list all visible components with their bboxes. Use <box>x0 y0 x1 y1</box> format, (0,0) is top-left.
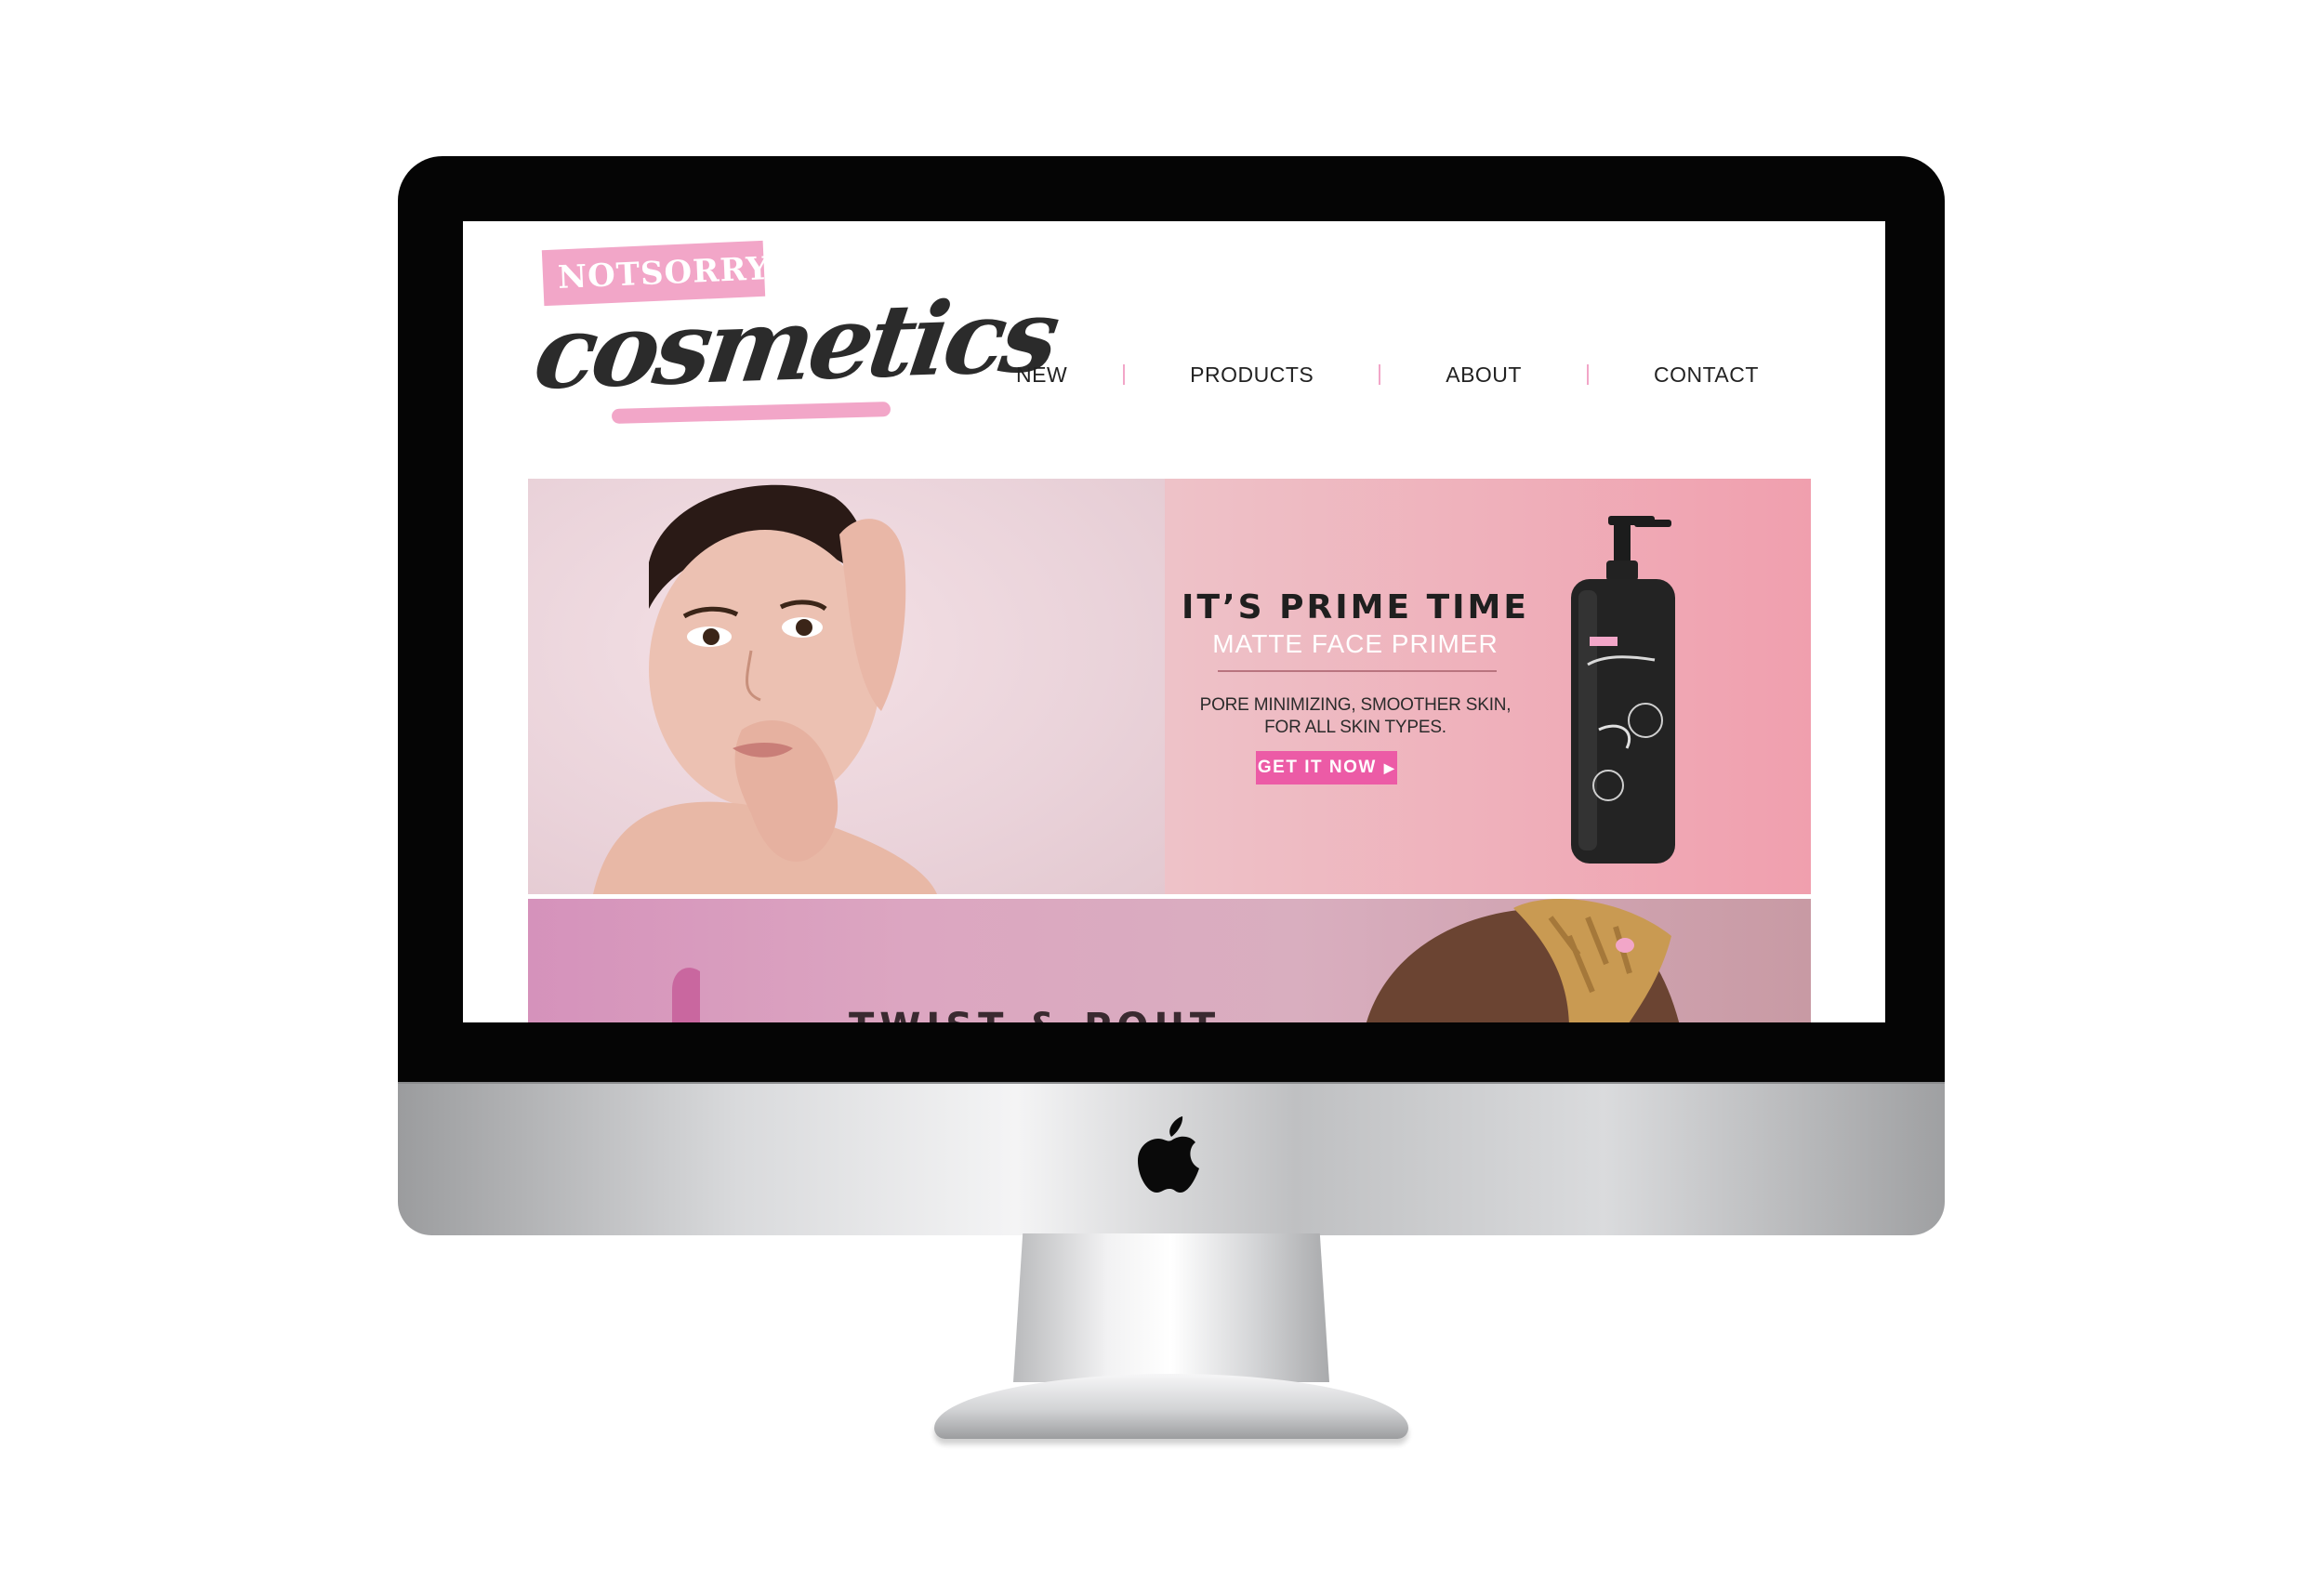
hero-description-line: PORE MINIMIZING, SMOOTHER SKIN, <box>1199 695 1512 715</box>
nav-separator <box>1379 364 1381 385</box>
hero-model-photo <box>528 479 1165 894</box>
hero-banner[interactable]: IT’S PRIME TIME MATTE FACE PRIMER PORE M… <box>528 479 1811 894</box>
monitor-stand-foot <box>934 1374 1408 1439</box>
nav-separator <box>1586 364 1589 385</box>
hero-divider <box>1218 670 1497 672</box>
logo-wordmark: cosmetics <box>527 277 1063 413</box>
hero-title: IT’S PRIME TIME <box>1182 588 1529 626</box>
primer-bottle-image <box>1571 516 1675 864</box>
nav-separator <box>1123 364 1126 385</box>
cta-label: GET IT NOW <box>1257 758 1377 777</box>
nav-item-products[interactable]: PRODUCTS <box>1190 363 1314 388</box>
nav-item-new[interactable]: NEW <box>1016 363 1067 388</box>
main-nav: NEW PRODUCTS ABOUT CONTACT <box>984 356 1820 393</box>
banner2-model-photo <box>1367 899 1680 1022</box>
arrow-right-icon: ▶ <box>1383 759 1396 775</box>
lipstick-image <box>672 968 700 1022</box>
banner2-title: TWIST & POUT <box>849 1006 1221 1022</box>
nav-item-about[interactable]: ABOUT <box>1446 363 1522 388</box>
hero-description: PORE MINIMIZING, SMOOTHER SKIN, FOR ALL … <box>1160 694 1551 739</box>
brand-logo[interactable]: NOTSORRY cosmetics <box>528 231 1063 426</box>
website-screen: NOTSORRY cosmetics NEW PRODUCTS ABOUT CO… <box>463 221 1885 1022</box>
promo-banner-twist-pout[interactable]: TWIST & POUT <box>528 899 1811 1022</box>
hero-description-line: FOR ALL SKIN TYPES. <box>1264 718 1446 737</box>
monitor-stand-neck <box>1013 1233 1329 1382</box>
nav-item-contact[interactable]: CONTACT <box>1654 363 1759 388</box>
hero-subtitle: MATTE FACE PRIMER <box>1212 629 1499 658</box>
get-it-now-button[interactable]: GET IT NOW ▶ <box>1256 751 1397 784</box>
apple-logo-icon <box>1138 1116 1199 1193</box>
